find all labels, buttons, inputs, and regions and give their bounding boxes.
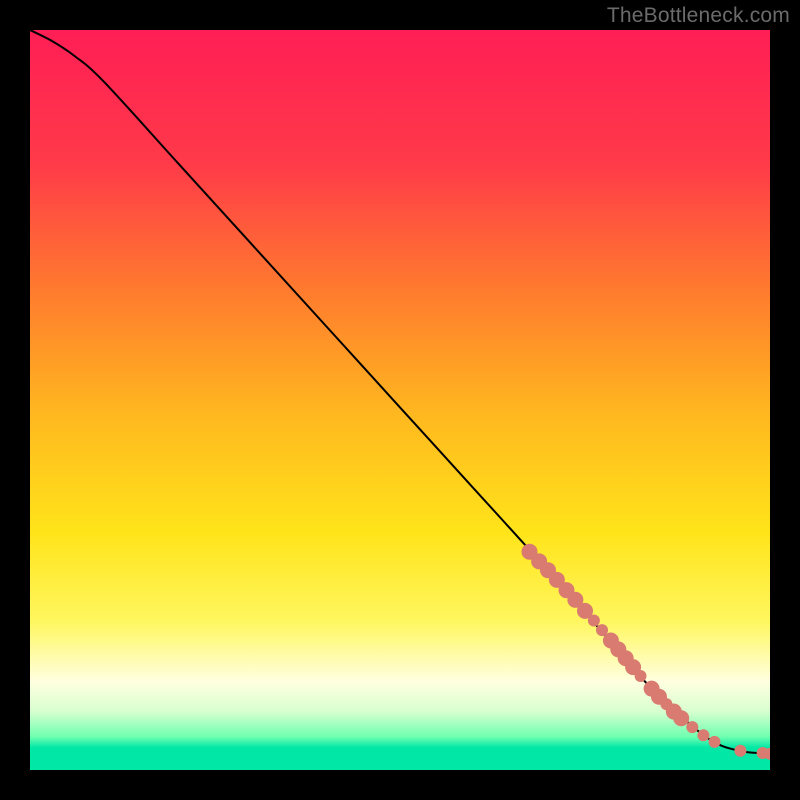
gradient-background — [30, 30, 770, 770]
data-point — [697, 729, 709, 741]
plot-area — [30, 30, 770, 770]
chart-svg — [30, 30, 770, 770]
data-point — [673, 710, 689, 726]
data-point — [686, 721, 698, 733]
data-point — [709, 736, 721, 748]
watermark-text: TheBottleneck.com — [607, 4, 790, 28]
data-point — [734, 745, 746, 757]
chart-frame: TheBottleneck.com — [0, 0, 800, 800]
data-point — [588, 615, 600, 627]
data-point — [635, 670, 647, 682]
